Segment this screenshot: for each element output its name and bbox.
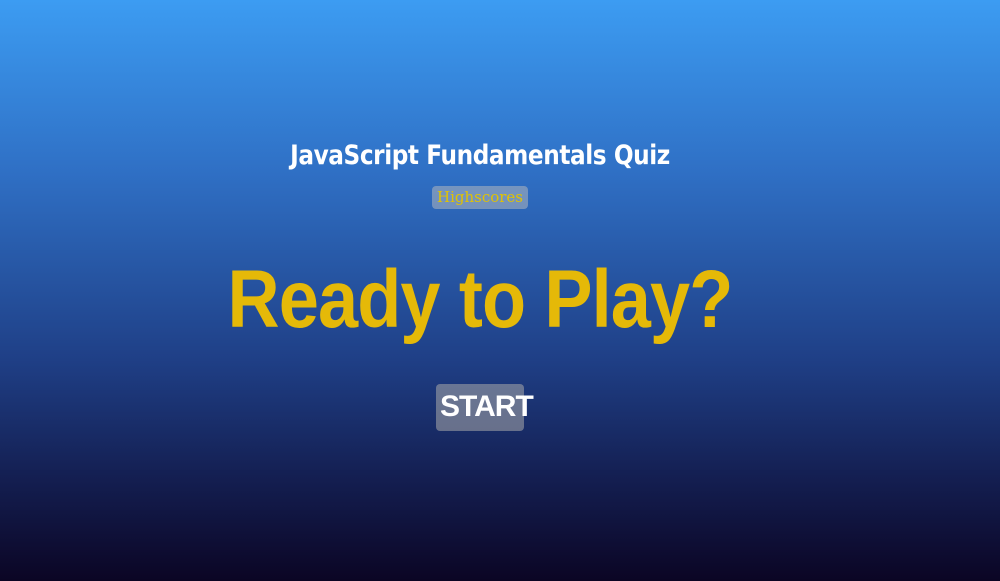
quiz-title: JavaScript Fundamentals Quiz [290, 140, 670, 171]
quiz-start-page: JavaScript Fundamentals Quiz Highscores … [0, 0, 1000, 581]
start-button[interactable]: START [436, 384, 534, 431]
ready-headline: Ready to Play? [227, 254, 733, 345]
highscores-container: Highscores [0, 186, 960, 209]
highscores-link[interactable]: Highscores [431, 186, 528, 209]
start-button-container: START [0, 384, 960, 431]
